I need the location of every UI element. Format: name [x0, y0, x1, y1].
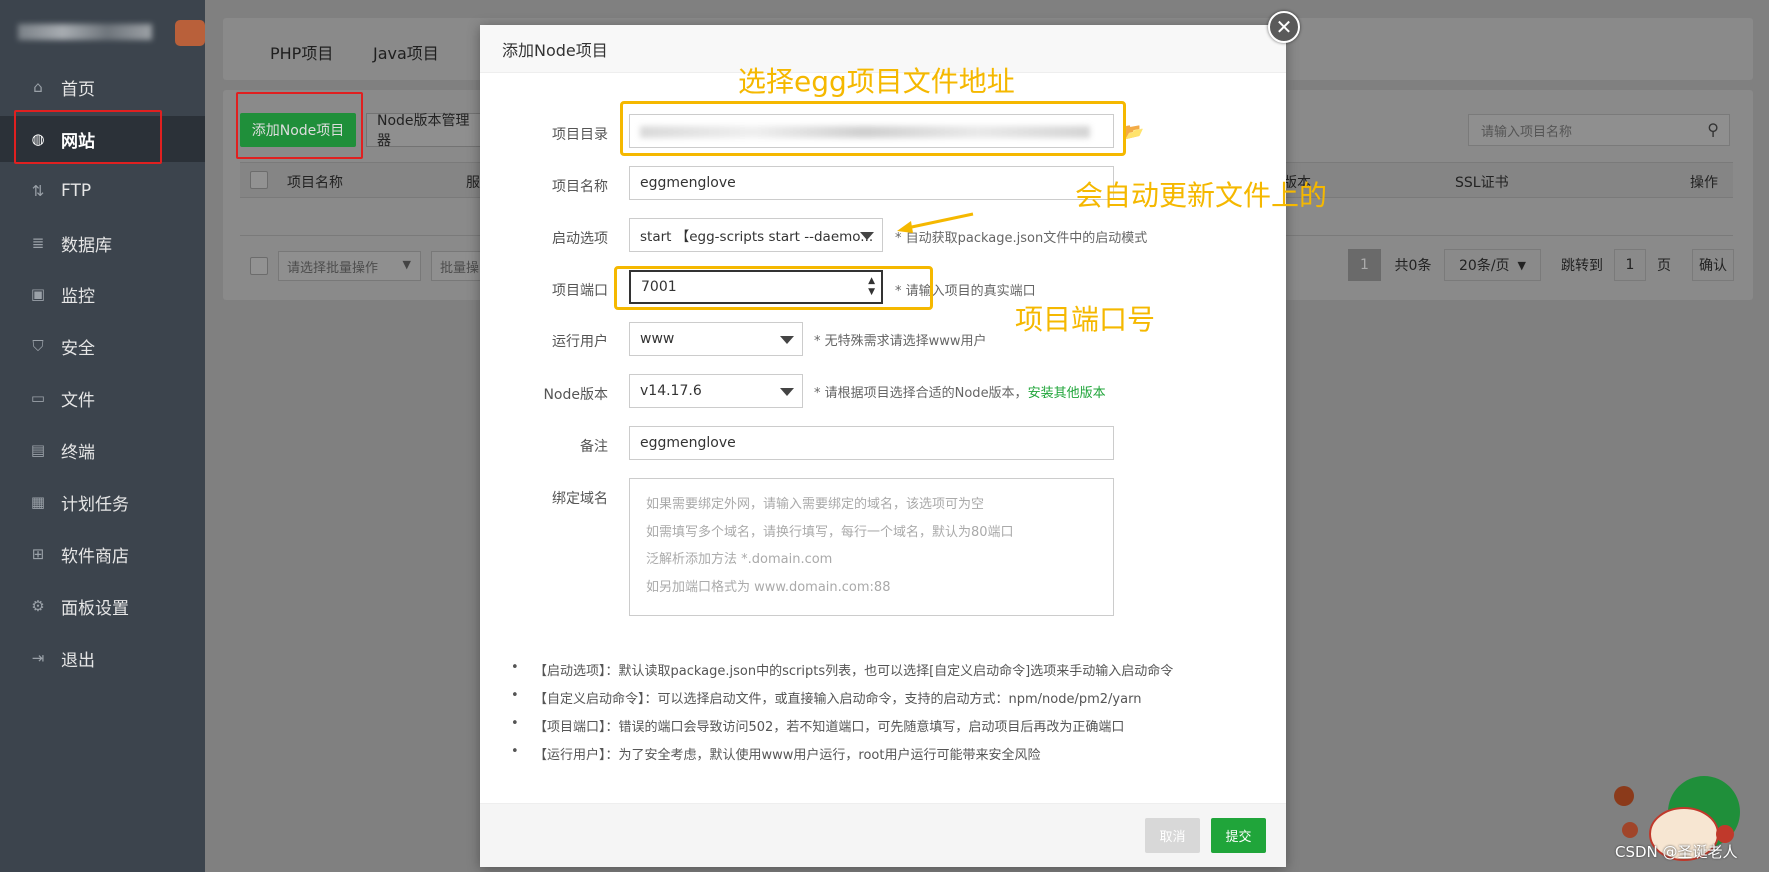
logout-icon: ⇥	[31, 649, 45, 667]
annotation-box-port	[614, 266, 933, 310]
remark-label: 备注	[580, 439, 608, 455]
node-version-manager-button[interactable]: Node版本管理器	[366, 113, 484, 149]
sidebar-item-cron[interactable]: ▦ 计划任务	[0, 479, 205, 525]
grid-icon: ⊞	[31, 545, 45, 563]
sidebar-item-terminal[interactable]: ▤ 终端	[0, 427, 205, 473]
gear-icon: ⚙	[31, 597, 45, 615]
cancel-button[interactable]: 取消	[1145, 818, 1200, 853]
col-ssl: SSL证书	[1455, 175, 1509, 191]
chevron-down-icon: ▼	[402, 258, 411, 271]
ftp-icon: ⇅	[31, 182, 45, 200]
jump-confirm-button[interactable]: 确认	[1692, 249, 1734, 281]
logo-text-blurred	[18, 24, 152, 40]
total-count: 共0条	[1394, 258, 1432, 274]
highlight-add-node	[236, 92, 363, 159]
run-user-select[interactable]: www	[629, 322, 803, 356]
folder-icon: ▭	[30, 389, 46, 407]
start-option-select[interactable]: start 【egg-scripts start --daemo...	[629, 218, 883, 252]
annotation-box-dir	[620, 101, 1126, 156]
remark-input[interactable]: eggmenglove	[629, 426, 1114, 460]
shield-icon: ⛉	[32, 337, 44, 355]
search-icon[interactable]: ⚲	[1707, 120, 1719, 139]
sidebar-item-settings[interactable]: ⚙ 面板设置	[0, 583, 205, 629]
col-service: 服	[466, 175, 480, 191]
logo	[0, 0, 205, 62]
list-item: 【项目端口】：错误的端口会导致访问502，若不知道端口，可先随意填写，启动项目后…	[511, 716, 1252, 744]
select-all-checkbox[interactable]	[250, 171, 268, 189]
logo-badge	[175, 20, 205, 46]
sidebar-item-store[interactable]: ⊞ 软件商店	[0, 531, 205, 577]
tab-php[interactable]: PHP项目	[270, 40, 333, 64]
col-actions: 操作	[1690, 175, 1718, 191]
user-label: 运行用户	[552, 334, 608, 350]
name-label: 项目名称	[552, 179, 608, 195]
batch-action-button[interactable]: 批量操	[431, 251, 481, 281]
user-hint: * 无特殊需求请选择www用户	[814, 334, 987, 349]
list-item: 【自定义启动命令】：可以选择启动文件，或直接输入启动命令，支持的启动方式：npm…	[511, 688, 1252, 716]
sidebar-item-home[interactable]: ⌂ 首页	[0, 64, 205, 110]
node-label: Node版本	[543, 387, 608, 403]
database-icon: ≣	[31, 234, 45, 252]
list-item: 【启动选项】：默认读取package.json中的scripts列表，也可以选择…	[511, 660, 1252, 688]
list-item: 【运行用户】：为了安全考虑，默认使用www用户运行，root用户运行可能带来安全…	[511, 744, 1252, 772]
dir-label: 项目目录	[552, 127, 608, 143]
calendar-icon: ▦	[30, 493, 46, 511]
chevron-down-icon	[780, 336, 794, 344]
start-label: 启动选项	[552, 231, 608, 247]
project-name-input[interactable]: eggmenglove	[629, 166, 1114, 200]
annotation-arrow	[897, 212, 974, 233]
sidebar-item-logout[interactable]: ⇥ 退出	[0, 635, 205, 681]
node-version-select[interactable]: v14.17.6	[629, 374, 803, 408]
highlight-website	[14, 110, 162, 164]
tab-java[interactable]: Java项目	[373, 40, 439, 64]
sidebar-item-ftp[interactable]: ⇅ FTP	[0, 168, 205, 214]
home-icon: ⌂	[33, 78, 43, 96]
col-project-name: 项目名称	[287, 175, 343, 191]
install-other-versions-link[interactable]: 安装其他版本	[1028, 386, 1106, 401]
port-label: 项目端口	[552, 283, 608, 299]
terminal-icon: ▤	[30, 441, 46, 459]
jump-to-label: 跳转到	[1561, 258, 1603, 274]
search-input[interactable]: 请输入项目名称 ⚲	[1468, 114, 1730, 146]
page-current[interactable]: 1	[1348, 249, 1381, 281]
domain-textarea[interactable]: 如果需要绑定外网，请输入需要绑定的域名，该选项可为空 如需填写多个域名，请换行填…	[629, 478, 1114, 616]
annotation-select-dir: 选择egg项目文件地址	[738, 65, 1015, 98]
batch-action-select[interactable]: 请选择批量操作 ▼	[278, 251, 421, 281]
monitor-icon: ▣	[30, 285, 46, 303]
node-hint: * 请根据项目选择合适的Node版本，安装其他版本	[814, 386, 1106, 401]
sidebar-item-files[interactable]: ▭ 文件	[0, 375, 205, 421]
bulk-checkbox[interactable]	[250, 257, 268, 275]
tips-list: 【启动选项】：默认读取package.json中的scripts列表，也可以选择…	[511, 660, 1252, 772]
folder-open-icon[interactable]: 📂	[1124, 122, 1144, 141]
annotation-port: 项目端口号	[1015, 303, 1156, 336]
chevron-down-icon	[780, 388, 794, 396]
domain-label: 绑定域名	[552, 491, 608, 507]
sidebar-item-database[interactable]: ≣ 数据库	[0, 220, 205, 266]
annotation-auto-update: 会自动更新文件上的	[1075, 179, 1328, 212]
chevron-down-icon	[860, 232, 874, 240]
watermark-text: CSDN @圣诞老人	[1615, 843, 1738, 861]
chevron-down-icon: ▼	[1517, 258, 1526, 272]
jump-to-input[interactable]: 1	[1614, 249, 1646, 281]
close-icon[interactable]: ✕	[1268, 11, 1300, 43]
sidebar-item-monitor[interactable]: ▣ 监控	[0, 271, 205, 317]
sidebar-item-security[interactable]: ⛉ 安全	[0, 323, 205, 369]
page-unit-label: 页	[1657, 258, 1671, 274]
per-page-select[interactable]: 20条/页 ▼	[1444, 249, 1541, 281]
submit-button[interactable]: 提交	[1211, 818, 1266, 853]
